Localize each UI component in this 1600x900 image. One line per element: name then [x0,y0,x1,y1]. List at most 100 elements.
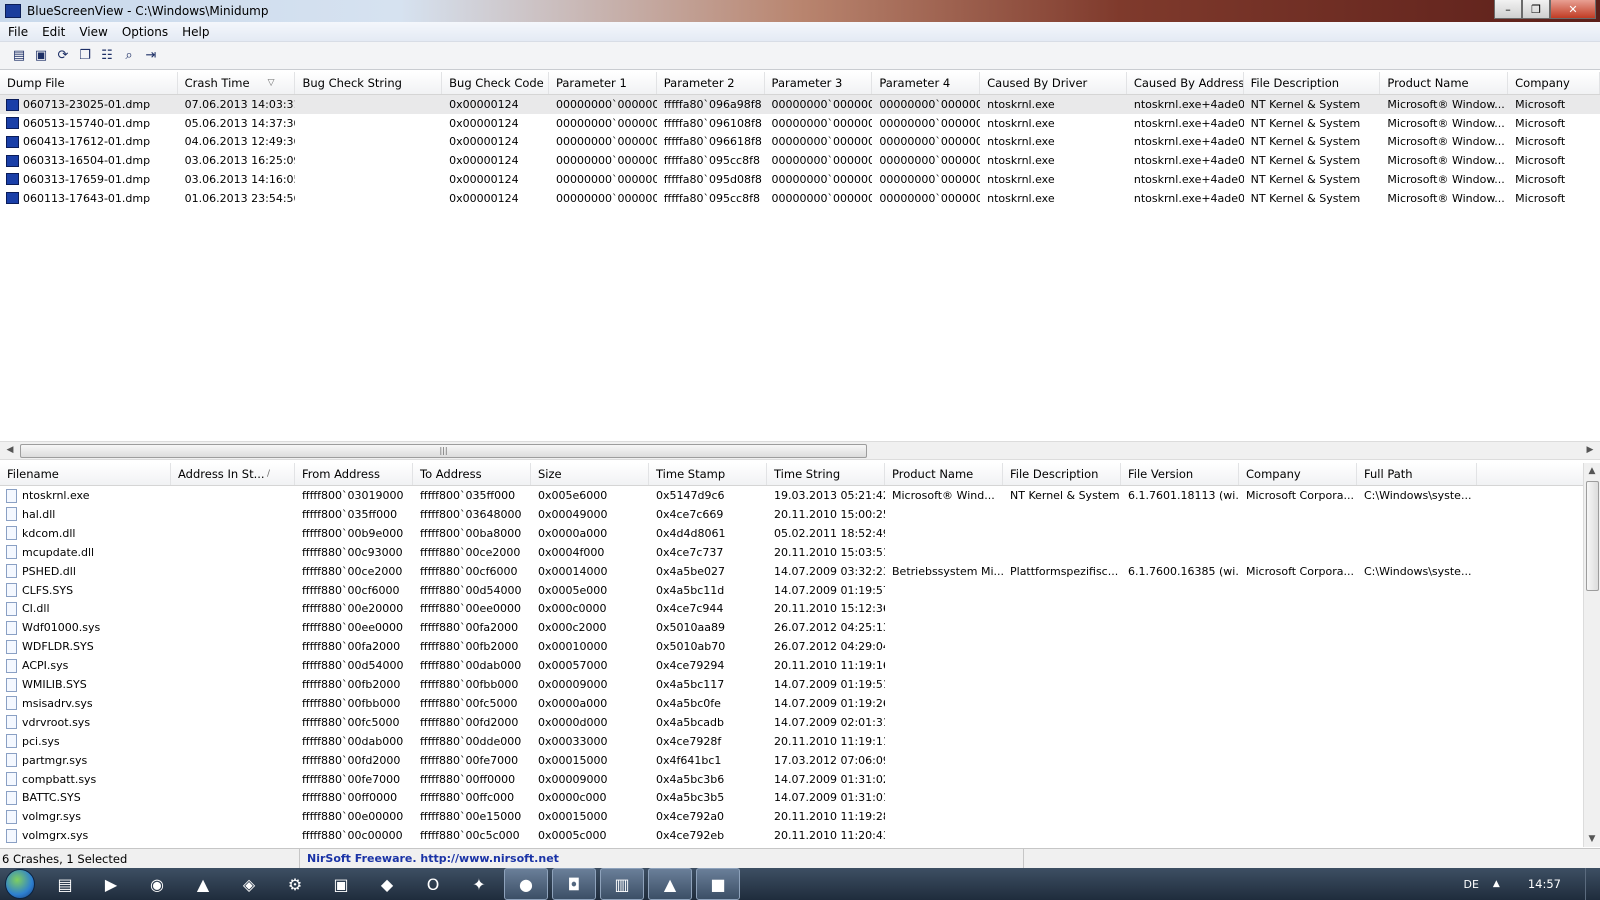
table-cell: 0x00033000 [538,734,608,748]
taskbar-app-vlc-icon[interactable]: ▲ [182,869,224,899]
table-cell: 6.1.7601.18113 (wi... [1128,489,1239,502]
language-indicator[interactable]: DE [1464,878,1479,891]
find-icon[interactable]: ⌕ [120,47,138,65]
crash-column-company[interactable]: Company [1508,72,1600,94]
crash-column-parameter-1[interactable]: Parameter 1 [549,72,657,94]
table-row[interactable]: hal.dll fffff800`035ff000 fffff800`0364800… [0,505,1600,524]
module-column-size[interactable]: Size [531,463,649,485]
menu-options[interactable]: Options [114,25,174,39]
table-cell: 07.06.2013 14:03:31 [184,98,296,111]
scroll-thumb[interactable] [1586,481,1599,591]
module-column-from-address[interactable]: From Address [295,463,413,485]
table-row[interactable]: 060713-23025-01.dmp 07.06.2013 14:03:31 0x… [0,95,1600,114]
exit-icon[interactable]: ⇥ [142,47,160,65]
table-row[interactable]: PSHED.dll fffff880`00ce2000 fffff880`00cf6… [0,562,1600,581]
module-column-file-version[interactable]: File Version [1121,463,1239,485]
taskbar-app-opera-icon[interactable]: O [412,869,454,899]
horizontal-scrollbar[interactable]: ◀ ||| ▶ [0,441,1600,460]
taskbar-app-display-icon[interactable]: ▥ [600,868,644,900]
crash-column-file-description[interactable]: File Description [1244,72,1381,94]
scroll-up-icon[interactable]: ▲ [1584,463,1600,479]
taskbar-app-spotify-icon[interactable]: ◉ [136,869,178,899]
scroll-left-icon[interactable]: ◀ [2,442,18,459]
table-row[interactable]: vdrvroot.sys fffff880`00fc5000 fffff880`00… [0,713,1600,732]
table-row[interactable]: WMILIB.SYS fffff880`00fb2000 fffff880`00fb… [0,675,1600,694]
scroll-down-icon[interactable]: ▼ [1584,831,1600,847]
module-column-product-name[interactable]: Product Name [885,463,1003,485]
taskbar-app-nvidia-icon[interactable]: ◆ [366,869,408,899]
taskbar-app-media-player-icon[interactable]: ▶ [90,869,132,899]
table-row[interactable]: 060113-17643-01.dmp 01.06.2013 23:54:56 0x… [0,189,1600,208]
taskbar-app-steam-icon[interactable]: ⚙ [274,869,316,899]
crash-column-parameter-2[interactable]: Parameter 2 [657,72,765,94]
crash-column-product-name[interactable]: Product Name [1380,72,1509,94]
table-row[interactable]: mcupdate.dll fffff880`00c93000 fffff880`00… [0,543,1600,562]
table-row[interactable]: CLFS.SYS fffff880`00cf6000 fffff880`00d540… [0,581,1600,600]
crash-column-parameter-3[interactable]: Parameter 3 [765,72,873,94]
open-icon[interactable]: ▤ [10,47,28,65]
table-row[interactable]: volmgrx.sys fffff880`00c00000 fffff880`00c… [0,826,1600,845]
crash-column-parameter-4[interactable]: Parameter 4 [872,72,981,94]
crash-column-bug-check-string[interactable]: Bug Check String [295,72,443,94]
clock[interactable]: 14:57 [1528,877,1561,891]
taskbar-app-app-icon[interactable]: ✦ [458,869,500,899]
start-button[interactable] [0,868,40,900]
table-row[interactable]: volmgr.sys fffff880`00e00000 fffff880`00e1… [0,807,1600,826]
scroll-right-icon[interactable]: ▶ [1582,442,1598,459]
menu-edit[interactable]: Edit [34,25,71,39]
table-row[interactable]: Wdf01000.sys fffff880`00ee0000 fffff880`00… [0,618,1600,637]
taskbar-app-firefox-icon[interactable]: ● [504,868,548,900]
table-row[interactable]: 060313-16504-01.dmp 03.06.2013 16:25:09 0x… [0,151,1600,170]
show-hidden-icons-icon[interactable]: ▲ [1493,879,1500,889]
table-cell: fffffa80`095cc8f8 [663,154,760,168]
restore-button[interactable]: ❐ [1522,0,1550,19]
close-button[interactable]: ✕ [1550,0,1596,19]
table-row[interactable]: pci.sys fffff880`00dab000 fffff880`00dde00… [0,732,1600,751]
table-row[interactable]: CI.dll fffff880`00e20000 fffff880`00ee0000… [0,599,1600,618]
table-row[interactable]: msisadrv.sys fffff880`00fbb000 fffff880`00… [0,694,1600,713]
module-column-to-address[interactable]: To Address [413,463,531,485]
table-cell: fffffa80`095cc8f8 [663,191,760,205]
table-row[interactable]: ntoskrnl.exe fffff800`03019000 fffff800`03… [0,486,1600,505]
table-row[interactable]: WDFLDR.SYS fffff880`00fa2000 fffff880`00fb… [0,637,1600,656]
properties-icon[interactable]: ☷ [98,47,116,65]
nirsoft-link[interactable]: NirSoft Freeware. http://www.nirsoft.net [300,849,1024,869]
dump-file-icon [6,192,19,204]
module-column-address-in-st[interactable]: Address In St... / [171,463,295,485]
refresh-icon[interactable]: ⟳ [54,47,72,65]
scroll-thumb[interactable]: ||| [20,444,867,458]
taskbar-app-vlc-icon[interactable]: ▲ [648,868,692,900]
copy-icon[interactable]: ❐ [76,47,94,65]
module-column-filename[interactable]: Filename [0,463,171,485]
crash-column-crash-time[interactable]: Crash Time ▽ [178,72,296,94]
taskbar-app-outlook-icon[interactable]: ◘ [552,868,596,900]
crash-column-caused-by-driver[interactable]: Caused By Driver [980,72,1127,94]
table-row[interactable]: 060413-17612-01.dmp 04.06.2013 12:49:36 0x… [0,132,1600,151]
table-row[interactable]: ACPI.sys fffff880`00d54000 fffff880`00dab0… [0,656,1600,675]
taskbar-app-explorer-icon[interactable]: ▤ [44,869,86,899]
taskbar-app-location-icon[interactable]: ◈ [228,869,270,899]
table-row[interactable]: 060513-15740-01.dmp 05.06.2013 14:37:30 0x… [0,114,1600,133]
crash-column-dump-file[interactable]: Dump File [0,72,178,94]
module-column-file-description[interactable]: File Description [1003,463,1121,485]
taskbar-app-bluescreenview-icon[interactable]: ■ [696,868,740,900]
module-column-full-path[interactable]: Full Path [1357,463,1477,485]
table-row[interactable]: partmgr.sys fffff880`00fd2000 fffff880`00f… [0,751,1600,770]
taskbar-app-game-icon[interactable]: ▣ [320,869,362,899]
module-column-company[interactable]: Company [1239,463,1357,485]
module-column-time-stamp[interactable]: Time Stamp [649,463,767,485]
crash-column-bug-check-code[interactable]: Bug Check Code [442,72,549,94]
table-row[interactable]: kdcom.dll fffff800`00b9e000 fffff800`00ba8… [0,524,1600,543]
module-column-time-string[interactable]: Time String [767,463,885,485]
menu-help[interactable]: Help [174,25,215,39]
menu-view[interactable]: View [71,25,113,39]
menu-file[interactable]: File [0,25,34,39]
crash-column-caused-by-address[interactable]: Caused By Address [1127,72,1244,94]
save-icon[interactable]: ▣ [32,47,50,65]
table-row[interactable]: BATTC.SYS fffff880`00ff0000 fffff880`00ffc… [0,788,1600,807]
show-desktop-button[interactable] [1585,868,1600,900]
table-row[interactable]: compbatt.sys fffff880`00fe7000 fffff880`00… [0,770,1600,789]
minimize-button[interactable]: – [1494,0,1522,19]
vertical-scrollbar[interactable]: ▲ ▼ [1583,463,1600,847]
table-row[interactable]: 060313-17659-01.dmp 03.06.2013 14:16:05 0x… [0,170,1600,189]
